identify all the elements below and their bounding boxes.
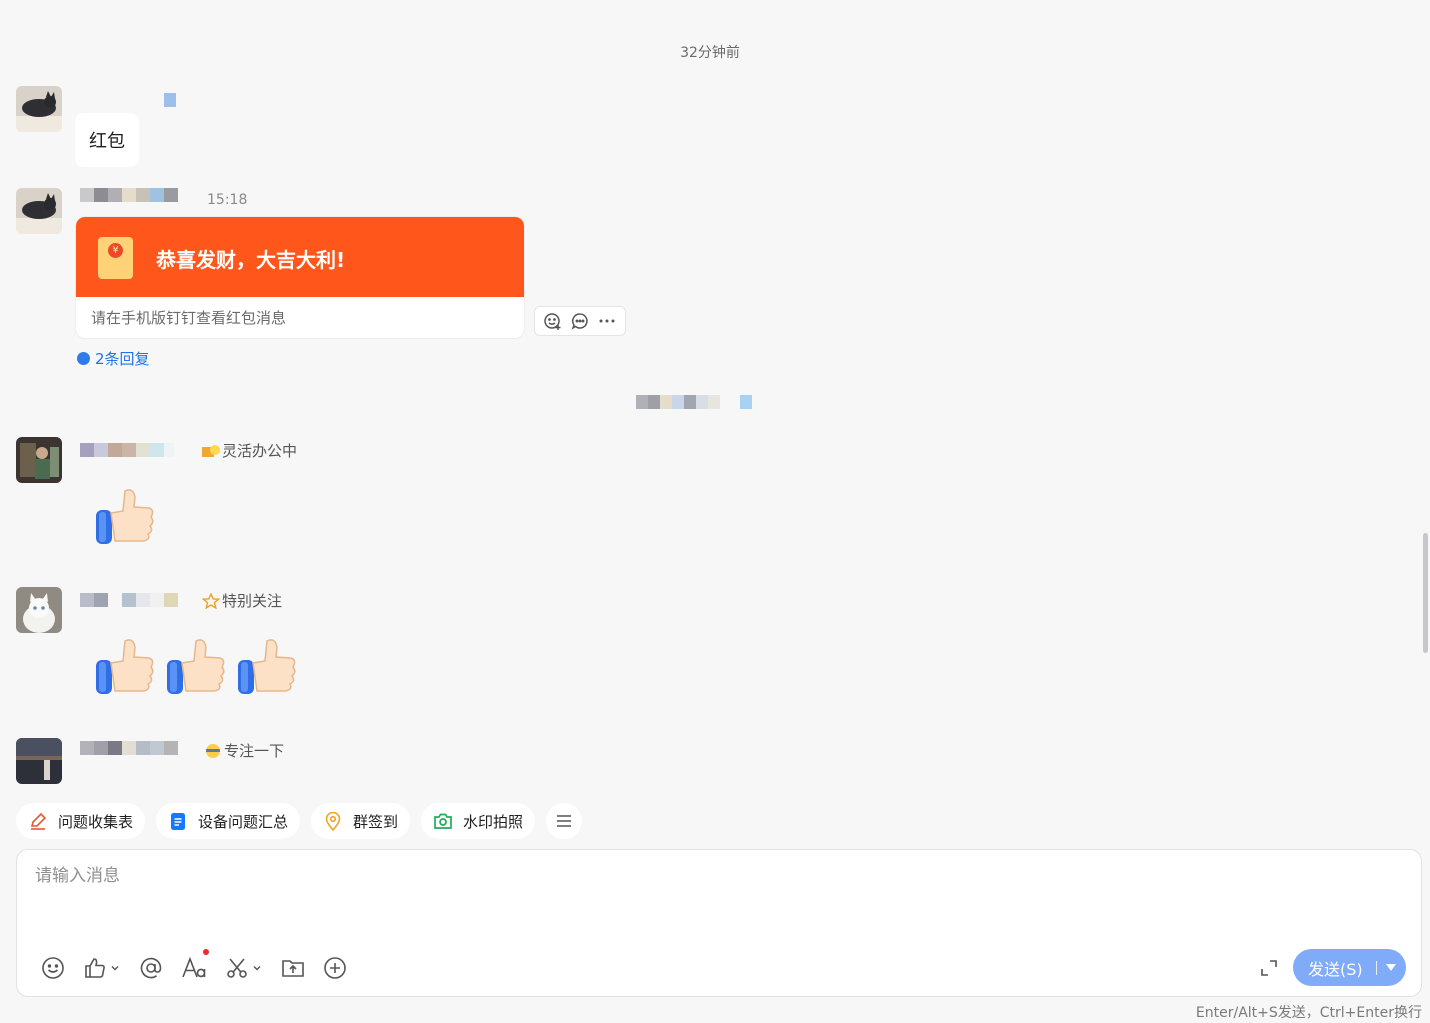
replies-count: 2条回复	[95, 350, 150, 368]
chevron-down-icon	[253, 966, 261, 971]
doc-icon	[168, 811, 188, 831]
expand-icon	[1261, 960, 1277, 976]
more-icon[interactable]	[595, 309, 619, 333]
screenshot-button[interactable]	[225, 955, 263, 981]
sender-name-mosaic	[80, 443, 174, 457]
quick-action-watermark-camera[interactable]: 水印拍照	[421, 803, 536, 839]
red-packet-title: 恭喜发财，大吉大利!	[156, 248, 346, 272]
message-time: 15:18	[207, 192, 248, 208]
send-shortcut-hint: Enter/Alt+S发送，Ctrl+Enter换行	[1195, 1005, 1422, 1021]
quick-action-bar: 问题收集表 设备问题汇总 群签到 水印拍照	[16, 803, 583, 839]
chat-bubble-icon	[77, 352, 90, 365]
star-icon	[202, 592, 220, 609]
composer-toolbar	[41, 949, 347, 981]
message-input[interactable]	[35, 864, 1335, 888]
red-envelope-icon: ¥	[98, 237, 133, 279]
focus-status-icon	[206, 743, 220, 758]
thumbs-up-sticker[interactable]	[235, 635, 297, 697]
upload-file-button[interactable]	[281, 955, 305, 981]
chevron-down-icon	[111, 966, 119, 971]
at-icon	[140, 957, 162, 979]
red-packet-note: 请在手机版钉钉查看红包消息	[91, 309, 287, 327]
user-status-tag: 专注一下	[204, 740, 284, 761]
quick-action-question-form[interactable]: 问题收集表	[16, 803, 146, 839]
quick-action-checkin[interactable]: 群签到	[311, 803, 411, 839]
location-pin-icon	[323, 811, 343, 831]
time-divider: 32分钟前	[680, 45, 740, 61]
avatar[interactable]	[16, 86, 62, 132]
thumbs-up-icon	[85, 958, 105, 978]
expand-editor-button[interactable]	[1257, 956, 1281, 980]
message-action-bar	[534, 306, 626, 336]
thumbs-up-sticker[interactable]	[164, 635, 226, 697]
text-message-bubble[interactable]: 红包	[75, 113, 139, 167]
avatar[interactable]	[16, 587, 62, 633]
emoji-button[interactable]	[41, 955, 65, 981]
send-options-button[interactable]	[1377, 963, 1405, 972]
menu-icon	[554, 811, 574, 831]
working-status-icon	[202, 444, 220, 457]
message-composer: 发送(S)	[16, 849, 1422, 997]
thumbs-up-sticker[interactable]	[93, 635, 155, 697]
plus-circle-icon	[324, 957, 346, 979]
coin-icon: ¥	[108, 243, 123, 258]
notification-dot	[203, 949, 209, 955]
avatar[interactable]	[16, 738, 62, 784]
camera-icon	[433, 811, 453, 831]
font-icon	[182, 956, 206, 978]
send-button[interactable]: 发送(S)	[1293, 949, 1406, 986]
scrollbar[interactable]	[1423, 533, 1428, 653]
user-status-tag: 灵活办公中	[202, 440, 297, 461]
sender-name-mosaic	[80, 593, 178, 607]
sender-name-mosaic	[80, 188, 178, 202]
chat-history: 32分钟前 红包 15:18 ¥ 恭喜发财，大吉大利! 请在手机版钉钉查看红包消…	[0, 0, 1420, 795]
mention-button[interactable]	[139, 955, 163, 981]
quick-action-device-issues[interactable]: 设备问题汇总	[156, 803, 301, 839]
thumbs-up-sticker[interactable]	[93, 485, 155, 547]
pencil-icon	[28, 811, 48, 831]
system-notice-mosaic	[636, 395, 752, 409]
quick-action-menu-button[interactable]	[546, 803, 583, 839]
emoji-icon	[42, 957, 64, 979]
send-button-label: 发送(S)	[1308, 959, 1363, 979]
more-tools-button[interactable]	[323, 955, 347, 981]
caret-down-icon	[1386, 963, 1396, 971]
sender-name-mosaic	[164, 93, 176, 107]
red-packet-card[interactable]: ¥ 恭喜发财，大吉大利! 请在手机版钉钉查看红包消息	[75, 216, 525, 339]
like-button[interactable]	[83, 955, 121, 981]
red-packet-header: ¥ 恭喜发财，大吉大利!	[76, 217, 524, 297]
text-format-button[interactable]	[181, 949, 209, 981]
replies-link[interactable]: 2条回复	[77, 348, 150, 369]
scissors-icon	[227, 958, 247, 978]
emoji-reply-icon[interactable]	[541, 309, 565, 333]
sender-name-mosaic	[80, 741, 178, 755]
folder-upload-icon	[282, 960, 304, 977]
comment-icon[interactable]	[568, 309, 592, 333]
avatar[interactable]	[16, 437, 62, 483]
avatar[interactable]	[16, 188, 62, 234]
user-status-tag: 特别关注	[202, 590, 282, 611]
